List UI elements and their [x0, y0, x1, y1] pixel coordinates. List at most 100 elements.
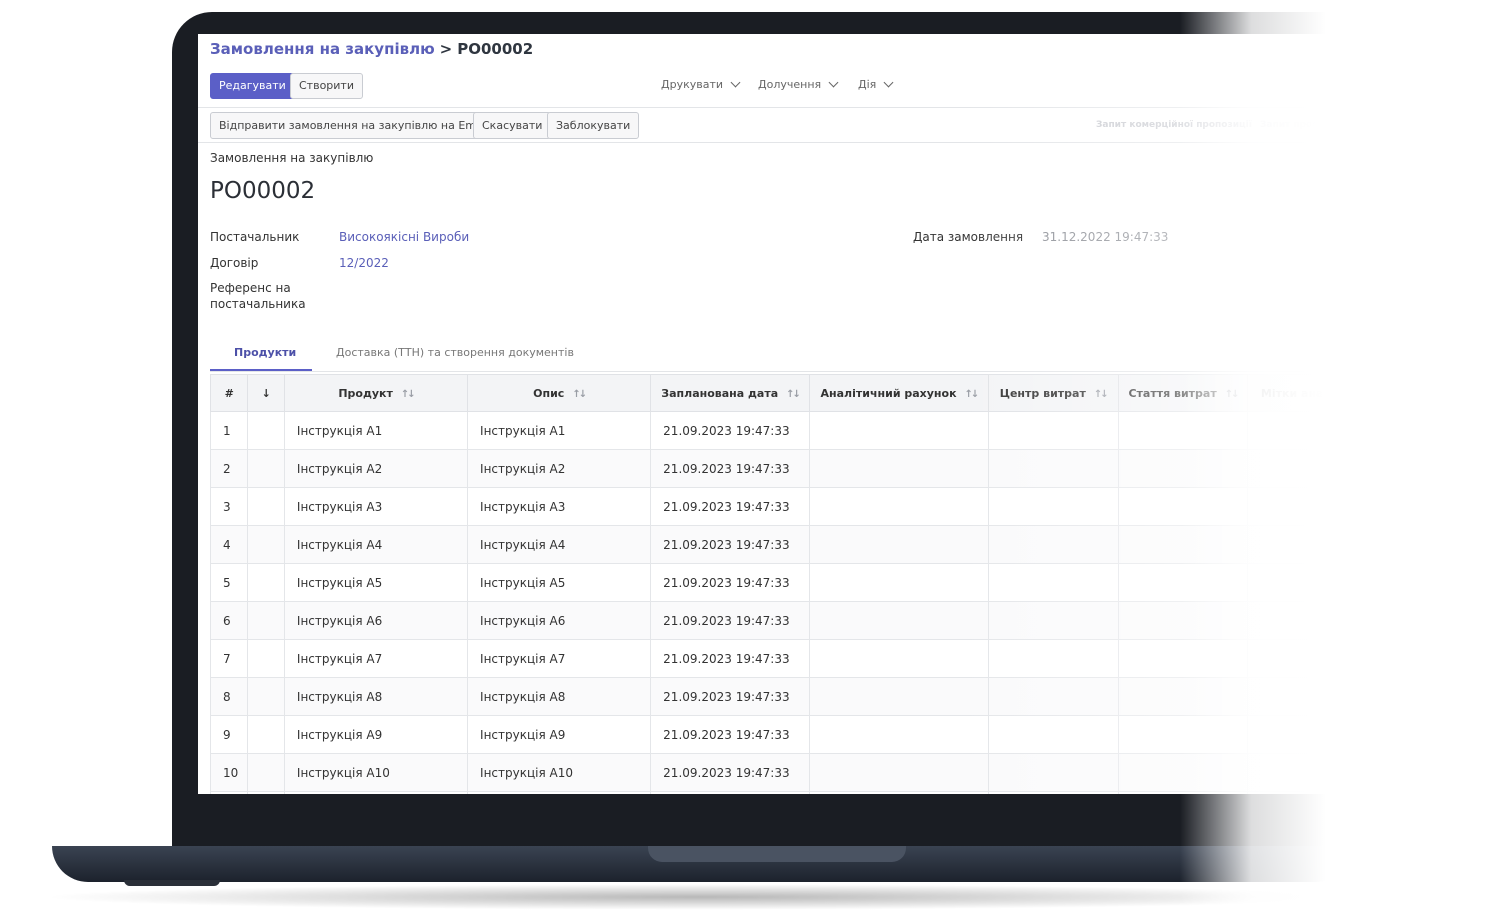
column-header-planned-date[interactable]: Запланована дата ↑↓ [650, 374, 811, 412]
table-row[interactable]: 4 Інструкція А4 Інструкція А4 21.09.2023… [209, 525, 1378, 564]
table-row[interactable]: 3 Інструкція А3 Інструкція А3 21.09.2023… [209, 487, 1378, 526]
breadcrumb-parent-link[interactable]: Замовлення на закупівлю [210, 40, 435, 58]
cell-analytic-account[interactable] [809, 563, 989, 602]
supplier-link[interactable]: Високоякісні Вироби [339, 230, 469, 244]
cell-sequence-handle[interactable] [247, 525, 285, 564]
cell-cost-item[interactable] [1117, 677, 1249, 716]
attachments-menu[interactable]: Долучення [758, 77, 839, 91]
cell-planned-date[interactable]: 21.09.2023 19:47:33 [650, 639, 811, 678]
cell-description[interactable]: Інструкція А3 [467, 487, 652, 526]
cell-product[interactable]: Інструкція А3 [283, 487, 469, 526]
cell-planned-date[interactable]: 21.09.2023 19:47:33 [650, 715, 811, 754]
cell-tags[interactable] [1247, 715, 1378, 754]
cell-product[interactable]: Інструкція А6 [283, 601, 469, 640]
cell-analytic-account[interactable] [809, 753, 989, 792]
cell-analytic-account[interactable] [809, 601, 989, 640]
cell-cost-item[interactable] [1117, 715, 1249, 754]
cell-analytic-account[interactable] [809, 487, 989, 526]
cell-description[interactable] [467, 791, 652, 794]
cell-analytic-account[interactable] [809, 715, 989, 754]
column-header-product[interactable]: Продукт ↑↓ [283, 374, 469, 412]
cell-planned-date[interactable]: 21.09.2023 19:47:33 [650, 753, 811, 792]
cell-cost-center[interactable] [987, 601, 1119, 640]
cell-tags[interactable] [1247, 449, 1378, 488]
cell-cost-center[interactable] [987, 639, 1119, 678]
edit-button[interactable]: Редагувати [210, 73, 295, 99]
cell-product[interactable]: Інструкція А7 [283, 639, 469, 678]
cell-sequence-handle[interactable] [247, 563, 285, 602]
cell-description[interactable]: Інструкція А6 [467, 601, 652, 640]
cell-cost-item[interactable] [1117, 791, 1249, 794]
cell-tags[interactable] [1247, 525, 1378, 564]
column-header-sequence[interactable]: ↓ [247, 374, 285, 412]
cell-sequence-handle[interactable] [247, 411, 285, 450]
cell-planned-date[interactable]: 21.09.2023 19:47:33 [650, 677, 811, 716]
cell-tags[interactable] [1247, 487, 1378, 526]
cell-cost-center[interactable] [987, 715, 1119, 754]
cell-cost-item[interactable] [1117, 563, 1249, 602]
cell-cost-center[interactable] [987, 677, 1119, 716]
cell-cost-item[interactable] [1117, 411, 1249, 450]
cell-analytic-account[interactable] [809, 677, 989, 716]
cell-cost-item[interactable] [1117, 753, 1249, 792]
cell-product[interactable] [283, 791, 469, 794]
cell-analytic-account[interactable] [809, 639, 989, 678]
cell-tags[interactable] [1247, 411, 1378, 450]
print-menu[interactable]: Друкувати [661, 77, 741, 91]
cell-cost-center[interactable] [987, 791, 1119, 794]
cell-tags[interactable] [1247, 563, 1378, 602]
table-row[interactable]: 9 Інструкція А9 Інструкція А9 21.09.2023… [209, 715, 1378, 754]
cell-planned-date[interactable] [650, 791, 811, 794]
cell-product[interactable]: Інструкція А10 [283, 753, 469, 792]
table-row[interactable]: 1 Інструкція А1 Інструкція А1 21.09.2023… [209, 411, 1378, 450]
tab-delivery[interactable]: Доставка (ТТН) та створення документів [336, 346, 574, 359]
cell-tags[interactable] [1247, 601, 1378, 640]
cell-analytic-account[interactable] [809, 791, 989, 794]
send-email-button[interactable]: Відправити замовлення на закупівлю на Em… [210, 112, 498, 139]
cell-description[interactable]: Інструкція А4 [467, 525, 652, 564]
cell-planned-date[interactable]: 21.09.2023 19:47:33 [650, 563, 811, 602]
cell-cost-item[interactable] [1117, 639, 1249, 678]
cell-analytic-account[interactable] [809, 449, 989, 488]
cell-sequence-handle[interactable] [247, 601, 285, 640]
cell-analytic-account[interactable] [809, 525, 989, 564]
cell-cost-item[interactable] [1117, 601, 1249, 640]
cell-product[interactable]: Інструкція А5 [283, 563, 469, 602]
cell-cost-item[interactable] [1117, 525, 1249, 564]
cell-cost-center[interactable] [987, 449, 1119, 488]
table-row[interactable]: 2 Інструкція А2 Інструкція А2 21.09.2023… [209, 449, 1378, 488]
status-stage-rfq[interactable]: Запит комерційної пропозиції [1096, 120, 1252, 130]
cell-cost-center[interactable] [987, 563, 1119, 602]
cell-description[interactable]: Інструкція А10 [467, 753, 652, 792]
contract-link[interactable]: 12/2022 [339, 256, 389, 270]
cell-sequence-handle[interactable] [247, 715, 285, 754]
cell-description[interactable]: Інструкція А9 [467, 715, 652, 754]
cell-sequence-handle[interactable] [247, 487, 285, 526]
cell-product[interactable]: Інструкція А2 [283, 449, 469, 488]
cell-description[interactable]: Інструкція А7 [467, 639, 652, 678]
cell-planned-date[interactable]: 21.09.2023 19:47:33 [650, 601, 811, 640]
cell-description[interactable]: Інструкція А2 [467, 449, 652, 488]
table-row[interactable]: 5 Інструкція А5 Інструкція А5 21.09.2023… [209, 563, 1378, 602]
cell-planned-date[interactable]: 21.09.2023 19:47:33 [650, 449, 811, 488]
cell-cost-item[interactable] [1117, 487, 1249, 526]
cell-description[interactable]: Інструкція А5 [467, 563, 652, 602]
cell-tags[interactable] [1247, 677, 1378, 716]
cell-tags[interactable] [1247, 753, 1378, 792]
cell-cost-center[interactable] [987, 487, 1119, 526]
cell-description[interactable]: Інструкція А1 [467, 411, 652, 450]
cell-product[interactable]: Інструкція А8 [283, 677, 469, 716]
cell-description[interactable]: Інструкція А8 [467, 677, 652, 716]
status-stage-rfq-sent[interactable]: Запит пропозиції [1260, 120, 1349, 130]
cell-cost-center[interactable] [987, 525, 1119, 564]
lock-button[interactable]: Заблокувати [547, 112, 640, 139]
table-row[interactable]: 8 Інструкція А8 Інструкція А8 21.09.2023… [209, 677, 1378, 716]
cell-tags[interactable] [1247, 639, 1378, 678]
action-menu[interactable]: Дія [858, 77, 894, 91]
column-header-analytic-account[interactable]: Аналітичний рахунок ↑↓ [809, 374, 989, 412]
cancel-button[interactable]: Скасувати [473, 112, 552, 139]
cell-sequence-handle[interactable] [247, 449, 285, 488]
column-header-description[interactable]: Опис ↑↓ [467, 374, 652, 412]
column-header-tags[interactable]: Мітки аналітики [1247, 374, 1378, 412]
cell-sequence-handle[interactable] [247, 677, 285, 716]
